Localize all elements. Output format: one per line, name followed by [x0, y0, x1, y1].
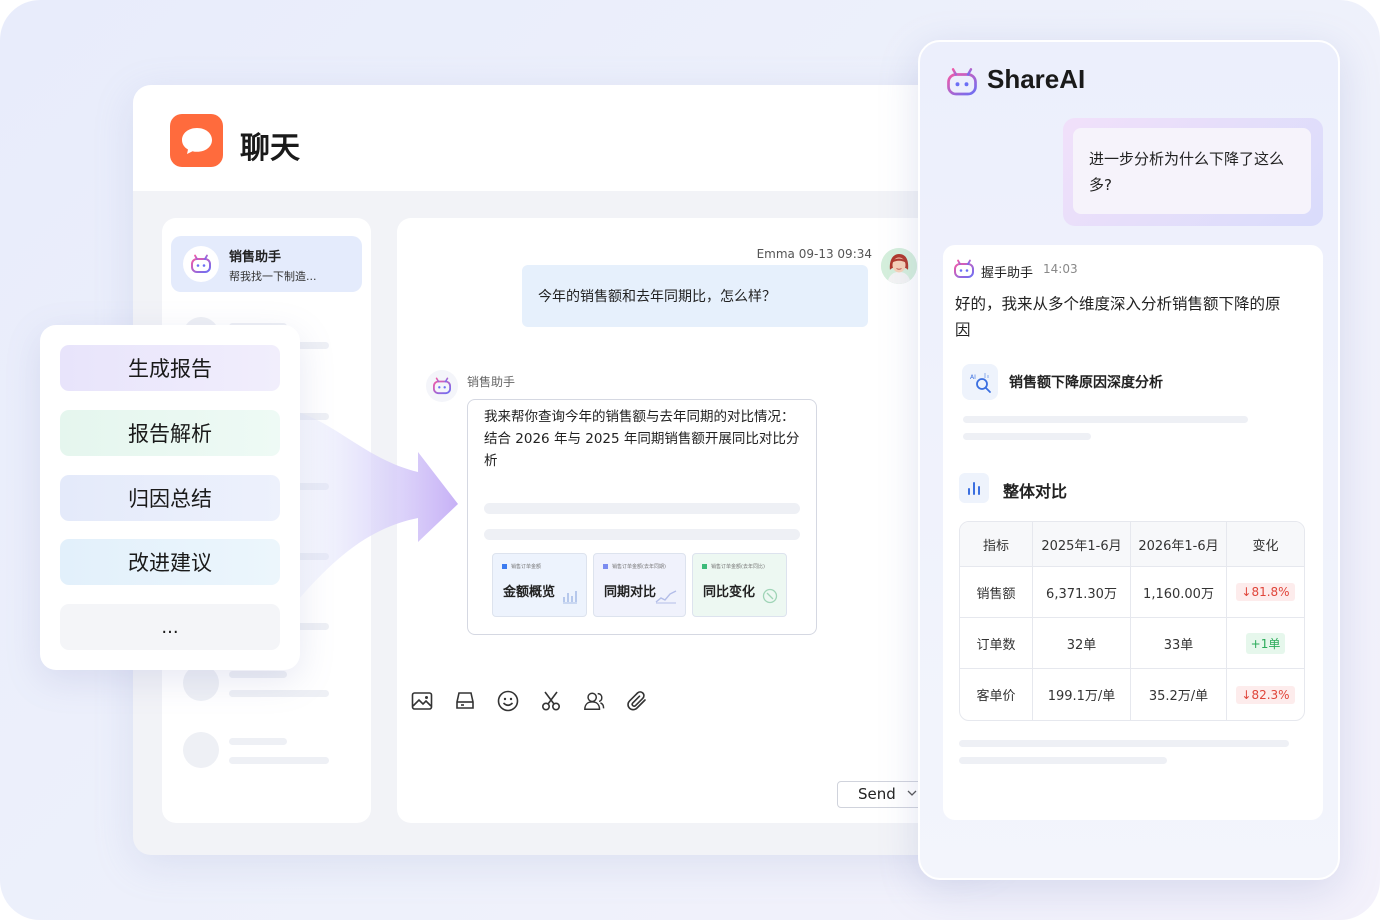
bar-chart-icon: [562, 588, 578, 608]
quick-action-menu: 生成报告 报告解析 归因总结 改进建议 ...: [40, 325, 300, 670]
comparison-table: 指标 2025年1-6月 2026年1-6月 变化 销售额 6,371.30万 …: [959, 521, 1305, 721]
bot-text-line: 我来帮你查询今年的销售额与去年同期的对比情况：: [484, 409, 795, 425]
conversation-placeholder: [183, 730, 353, 770]
answer-card: 握手助手 14:03 好的，我来从多个维度深入分析销售额下降的原因 AI 销售额…: [943, 245, 1323, 820]
value-cell: 35.2万/单: [1131, 669, 1227, 720]
table-header-row: 指标 2025年1-6月 2026年1-6月 变化: [960, 522, 1304, 567]
change-cell: +1单: [1227, 618, 1304, 669]
summary-card-period[interactable]: 销售订单金额(去年同期) 同期对比: [593, 553, 686, 617]
bot-message-text: 我来帮你查询今年的销售额与去年同期的对比情况： 结合 2026 年与 2025 …: [484, 406, 804, 472]
card-title: 同比变化: [703, 585, 756, 600]
value-cell: 33单: [1131, 618, 1227, 669]
bar-chart-icon: [959, 473, 989, 503]
metric-cell: 订单数: [960, 618, 1033, 669]
emoji-icon[interactable]: [497, 690, 519, 712]
loading-placeholder: [959, 740, 1289, 747]
robot-icon: [426, 370, 458, 402]
menu-item-attribution-summary[interactable]: 归因总结: [60, 475, 280, 521]
sender-name: Emma: [756, 247, 795, 261]
user-message-bubble: 今年的销售额和去年同期比，怎么样？: [522, 265, 868, 327]
menu-item-improvement-suggestions[interactable]: 改进建议: [60, 539, 280, 585]
value-cell: 199.1万/单: [1033, 669, 1131, 720]
message-meta: Emma 09-13 09:34: [757, 247, 872, 261]
section-title: 整体对比: [1003, 482, 1068, 501]
loading-placeholder: [963, 416, 1248, 423]
column-header: 变化: [1227, 522, 1304, 567]
table-row: 销售额 6,371.30万 1,160.00万 ↓81.8%: [960, 567, 1304, 618]
summary-card-yoy[interactable]: 销售订单金额(去年同比) 同比变化: [692, 553, 787, 617]
bot-name: 销售助手: [467, 375, 516, 389]
menu-item-report-analysis[interactable]: 报告解析: [60, 410, 280, 456]
gauge-icon: [762, 588, 778, 608]
menu-item-generate-report[interactable]: 生成报告: [60, 345, 280, 391]
users-icon[interactable]: [583, 690, 605, 712]
chat-bubble-icon: [170, 114, 223, 167]
change-cell: ↓82.3%: [1227, 669, 1304, 720]
report-title[interactable]: 销售额下降原因深度分析: [1009, 372, 1163, 392]
metric-cell: 客单价: [960, 669, 1033, 720]
change-badge: ↓81.8%: [1236, 583, 1295, 601]
message-timestamp: 09-13 09:34: [798, 247, 872, 261]
bot-message-bubble: 我来帮你查询今年的销售额与去年同期的对比情况： 结合 2026 年与 2025 …: [467, 399, 817, 635]
loading-placeholder: [484, 529, 800, 540]
bot-text-line: 结合 2026 年与 2025 年同期销售额开展同比对比分析: [484, 431, 800, 469]
question-bubble: 进一步分析为什么下降了这么多?: [1073, 128, 1311, 214]
chat-header: 聊天: [133, 85, 993, 191]
answer-time: 14:03: [1043, 262, 1078, 276]
assistant-name: 握手助手: [981, 266, 1034, 281]
composer-toolbar: [411, 690, 648, 712]
ai-search-icon: AI: [962, 364, 998, 400]
robot-icon: [945, 67, 979, 101]
menu-item-more[interactable]: ...: [60, 604, 280, 650]
metric-cell: 销售额: [960, 567, 1033, 618]
robot-icon: [183, 246, 219, 282]
card-subtitle: 销售订单金额: [502, 563, 541, 570]
chat-area: Emma 09-13 09:34 今年的销售额和去年同期比，怎么样？ 销售助手: [397, 218, 993, 823]
robot-icon: [953, 259, 975, 283]
card-title: 金额概览: [503, 585, 556, 600]
shareai-panel: ShareAI 进一步分析为什么下降了这么多? 握手助手 14:03 好的，我来…: [918, 40, 1340, 880]
attachment-icon[interactable]: [626, 690, 648, 712]
chevron-down-icon[interactable]: [906, 782, 918, 807]
value-cell: 32单: [1033, 618, 1131, 669]
value-cell: 1,160.00万: [1131, 567, 1227, 618]
change-cell: ↓81.8%: [1227, 567, 1304, 618]
column-header: 指标: [960, 522, 1033, 567]
value-cell: 6,371.30万: [1033, 567, 1131, 618]
brand-title: ShareAI: [987, 64, 1086, 94]
svg-text:AI: AI: [970, 374, 976, 381]
flow-arrow-graphic: [298, 412, 458, 600]
question-bubble-frame: 进一步分析为什么下降了这么多?: [1063, 118, 1323, 226]
table-row: 客单价 199.1万/单 35.2万/单 ↓82.3%: [960, 669, 1304, 720]
storage-icon[interactable]: [454, 690, 476, 712]
answer-text: 好的，我来从多个维度深入分析销售额下降的原因: [955, 295, 1281, 339]
card-subtitle: 销售订单金额(去年同比): [702, 563, 765, 570]
conversation-preview: 帮我找一下制造...: [229, 270, 317, 283]
card-subtitle: 销售订单金额(去年同期): [603, 563, 666, 570]
conversation-name: 销售助手: [229, 250, 282, 265]
card-title: 同期对比: [604, 585, 657, 600]
avatar: [881, 248, 917, 284]
line-chart-icon: [655, 588, 677, 608]
send-label: Send: [858, 785, 896, 803]
loading-placeholder: [963, 433, 1091, 440]
column-header: 2025年1-6月: [1033, 522, 1131, 567]
image-icon[interactable]: [411, 690, 433, 712]
summary-card-amount[interactable]: 销售订单金额 金额概览: [492, 553, 587, 617]
table-row: 订单数 32单 33单 +1单: [960, 618, 1304, 669]
change-badge: ↓82.3%: [1236, 685, 1295, 704]
column-header: 2026年1-6月: [1131, 522, 1227, 567]
scissors-icon[interactable]: [540, 690, 562, 712]
change-badge: +1单: [1245, 632, 1286, 654]
loading-placeholder: [959, 757, 1167, 764]
loading-placeholder: [484, 503, 800, 514]
app-title: 聊天: [240, 131, 300, 166]
conversation-item-active[interactable]: 销售助手 帮我找一下制造...: [171, 236, 362, 292]
